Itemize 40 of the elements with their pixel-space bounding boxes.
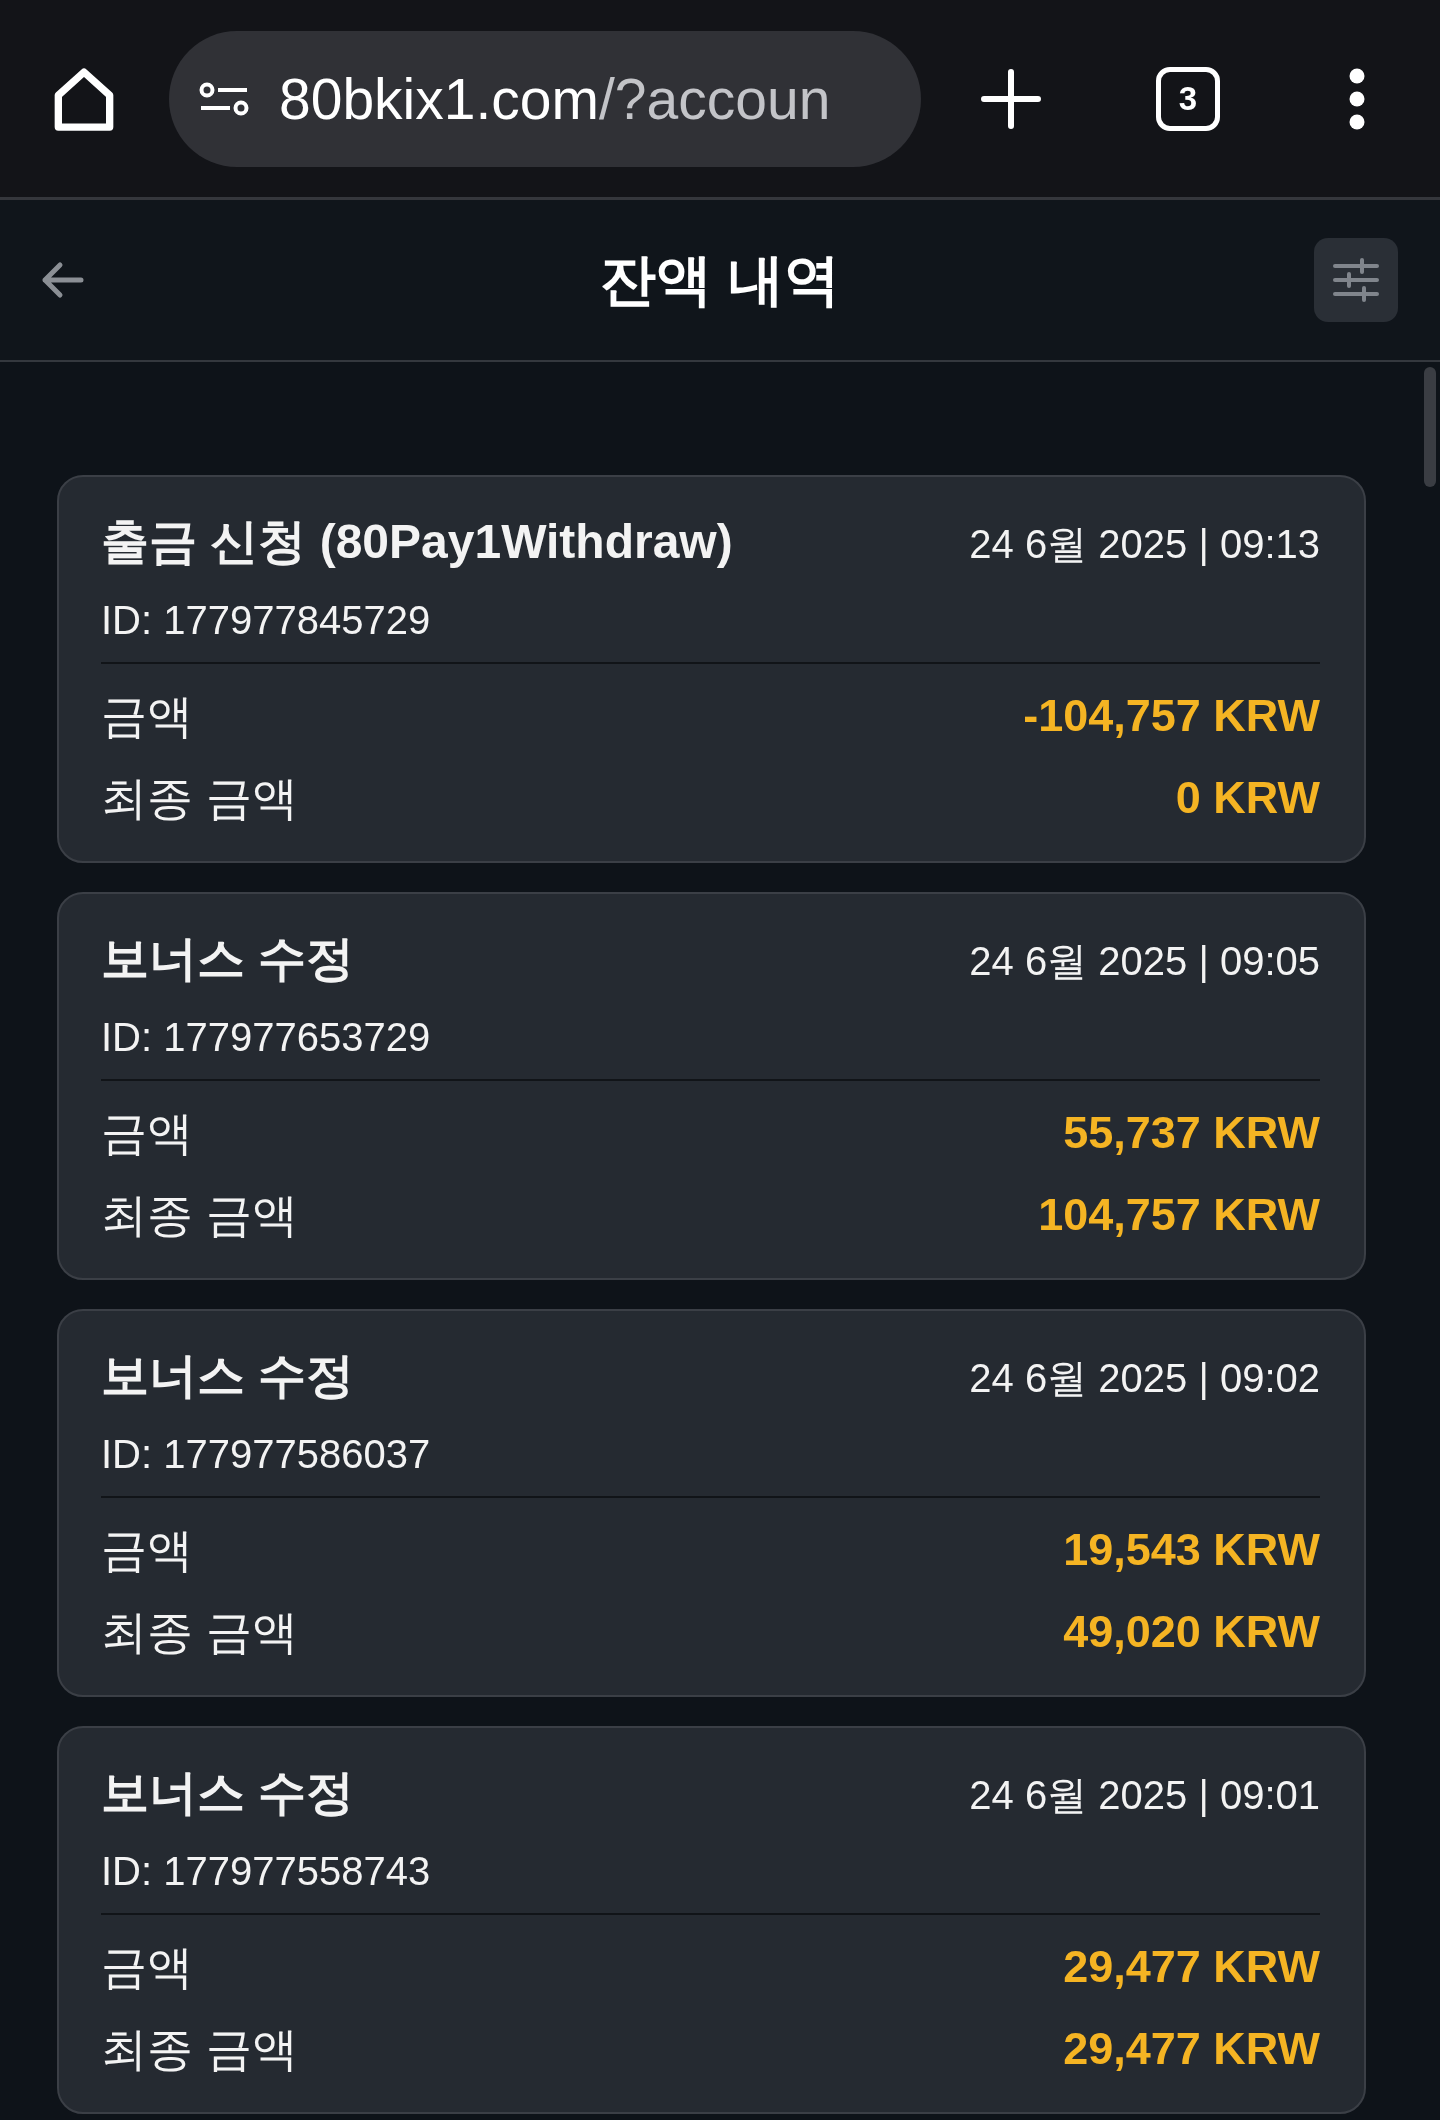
amount-label: 금액 — [101, 1106, 193, 1161]
url-text: 80bkix1.com/?accoun — [279, 65, 831, 133]
transaction-id: ID: 177977653729 — [101, 1014, 432, 1061]
transaction-datetime: 24 6월 2025 | 09:02 — [969, 1355, 1320, 1402]
amount-value: 19,543 KRW — [1063, 1523, 1320, 1577]
back-arrow-icon[interactable] — [40, 260, 84, 300]
transaction-id: ID: 177977558743 — [101, 1848, 432, 1895]
filter-button[interactable] — [1314, 238, 1398, 322]
amount-value: 49,020 KRW — [1063, 1605, 1320, 1659]
sliders-icon — [1332, 258, 1380, 302]
amount-label: 최종 금액 — [101, 1605, 298, 1660]
amount-value: 29,477 KRW — [1063, 1940, 1320, 1994]
amount-value: -104,757 KRW — [1023, 689, 1320, 743]
amount-value: 29,477 KRW — [1063, 2022, 1320, 2076]
scrollbar-thumb[interactable] — [1424, 367, 1436, 487]
amount-label: 금액 — [101, 689, 193, 744]
tune-icon[interactable] — [199, 81, 249, 116]
plus-icon[interactable] — [981, 68, 1041, 129]
more-menu-icon[interactable] — [1349, 67, 1365, 130]
transaction-title: 보너스 수정 — [101, 931, 355, 987]
amount-label: 최종 금액 — [101, 1188, 298, 1243]
page-title: 잔액 내역 — [600, 247, 840, 313]
amount-label: 금액 — [101, 1523, 193, 1578]
amount-value: 55,737 KRW — [1063, 1106, 1320, 1160]
address-bar[interactable]: 80bkix1.com/?accoun — [169, 30, 921, 167]
transaction-title: 보너스 수정 — [101, 1765, 355, 1821]
transaction-title: 출금 신청 (80Pay1Withdraw) — [101, 514, 733, 570]
amount-value: 104,757 KRW — [1038, 1188, 1320, 1242]
tab-switcher-button[interactable]: 3 — [1156, 66, 1220, 131]
transaction-id: ID: 177977586037 — [101, 1431, 432, 1478]
transaction-datetime: 24 6월 2025 | 09:13 — [969, 521, 1320, 568]
amount-value: 0 KRW — [1175, 771, 1320, 825]
transaction-title: 보너스 수정 — [101, 1348, 355, 1404]
amount-label: 최종 금액 — [101, 2022, 298, 2077]
home-icon[interactable] — [52, 65, 116, 132]
transaction-datetime: 24 6월 2025 | 09:05 — [969, 938, 1320, 985]
transaction-id: ID: 177977845729 — [101, 597, 432, 644]
amount-label: 최종 금액 — [101, 771, 298, 826]
transaction-datetime: 24 6월 2025 | 09:01 — [969, 1772, 1320, 1819]
amount-label: 금액 — [101, 1940, 193, 1995]
